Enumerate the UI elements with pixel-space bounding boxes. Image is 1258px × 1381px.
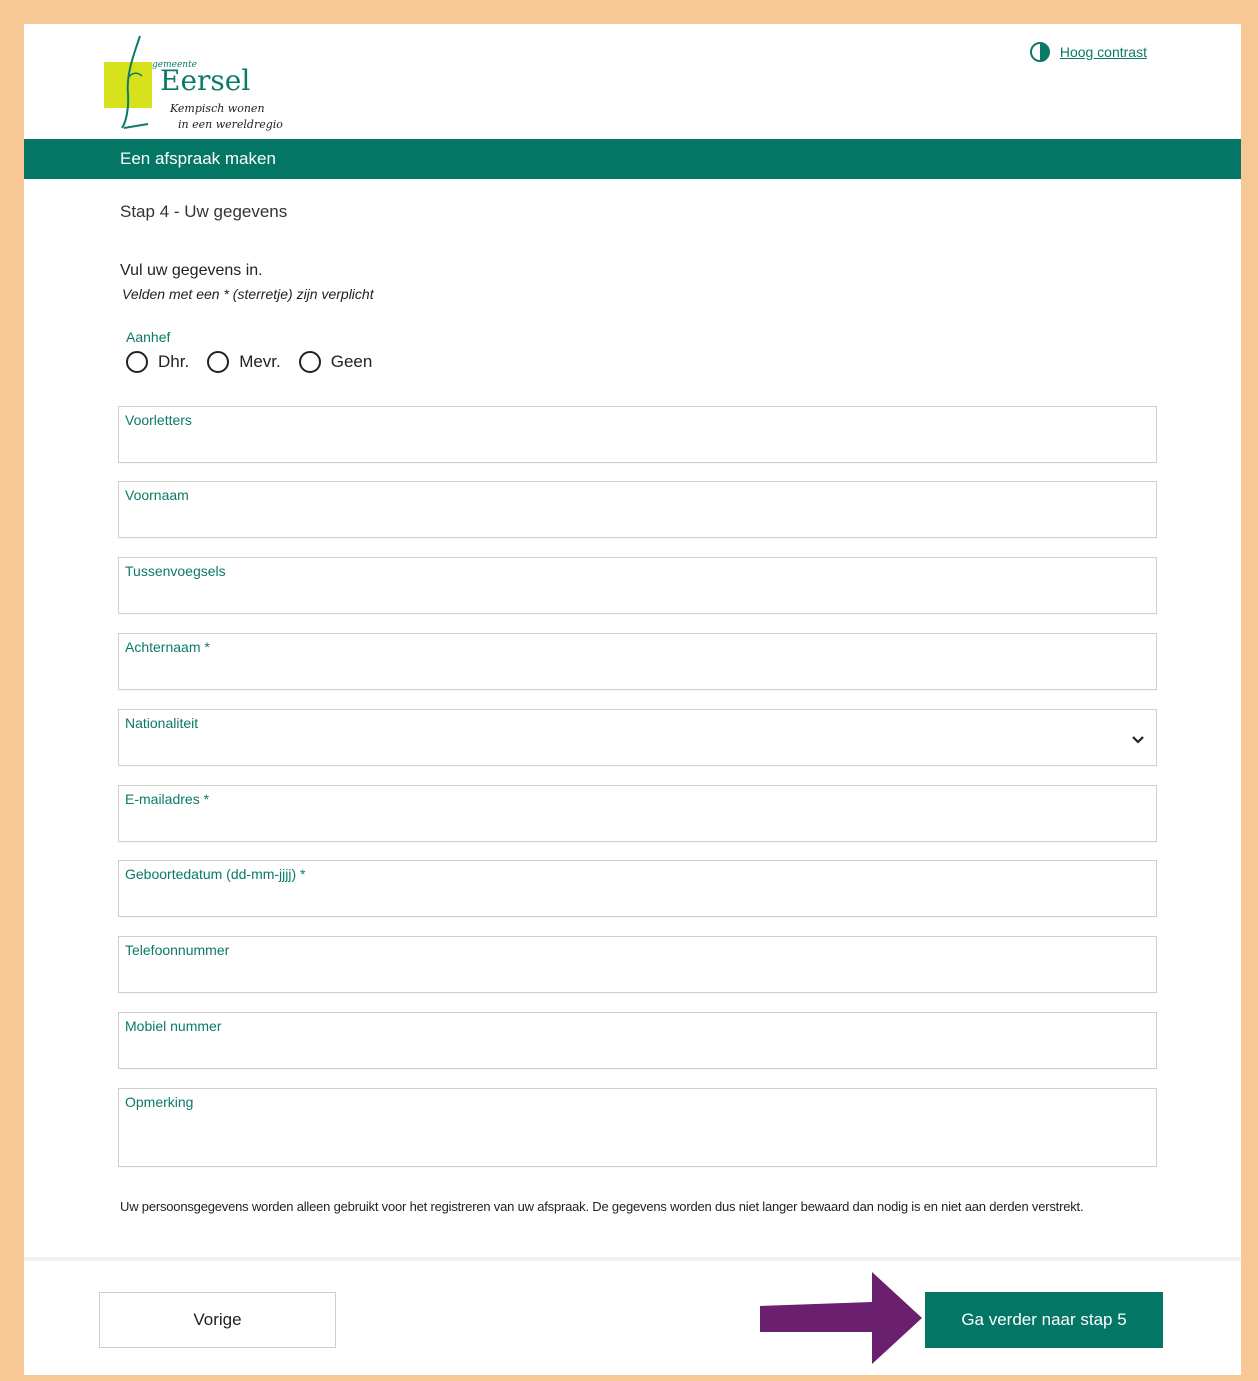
remark-input[interactable]	[125, 1138, 1126, 1160]
mobile-field[interactable]: Mobiel nummer	[118, 1012, 1157, 1069]
email-input[interactable]	[125, 813, 1126, 835]
high-contrast-toggle[interactable]: Hoog contrast	[1029, 42, 1147, 62]
phone-label: Telefoonnummer	[125, 942, 230, 958]
remark-field[interactable]: Opmerking	[118, 1088, 1157, 1167]
phone-field[interactable]: Telefoonnummer	[118, 936, 1157, 993]
birthdate-field[interactable]: Geboortedatum (dd-mm-jjjj) *	[118, 860, 1157, 917]
last-name-field[interactable]: Achternaam *	[118, 633, 1157, 690]
nationality-value[interactable]	[125, 737, 1126, 759]
annotation-arrow-icon	[760, 1272, 922, 1364]
first-name-label: Voornaam	[125, 487, 189, 503]
first-name-input[interactable]	[125, 509, 1126, 531]
chevron-down-icon[interactable]	[1132, 734, 1144, 746]
initials-field[interactable]: Voorletters	[118, 406, 1157, 463]
radio-label: Mevr.	[239, 352, 281, 371]
birthdate-input[interactable]	[125, 888, 1126, 910]
last-name-label: Achternaam *	[125, 639, 210, 655]
last-name-input[interactable]	[125, 661, 1126, 683]
infix-input[interactable]	[125, 585, 1126, 607]
logo-tagline-2: in een wereldregio	[178, 118, 283, 131]
salutation-label: Aanhef	[126, 329, 171, 345]
logo-tree-icon	[121, 35, 149, 129]
form-intro: Vul uw gegevens in.	[120, 262, 263, 279]
birthdate-label: Geboortedatum (dd-mm-jjjj) *	[125, 866, 306, 882]
first-name-field[interactable]: Voornaam	[118, 481, 1157, 538]
page-frame: gemeente Eersel Kempisch wonen in een we…	[24, 24, 1241, 1375]
logo-name: Eersel	[160, 64, 251, 97]
footer-divider	[24, 1257, 1241, 1261]
eersel-logo[interactable]: gemeente Eersel Kempisch wonen in een we…	[104, 34, 284, 134]
initials-label: Voorletters	[125, 412, 192, 428]
initials-input[interactable]	[125, 434, 1126, 456]
step-title: Stap 4 - Uw gegevens	[120, 202, 288, 221]
email-label: E-mailadres *	[125, 791, 210, 807]
mobile-input[interactable]	[125, 1040, 1126, 1062]
radio-circle-icon[interactable]	[207, 351, 230, 373]
page-banner: Een afspraak maken	[24, 139, 1241, 179]
salutation-group: Aanhef Dhr. Mevr. Geen	[126, 329, 372, 373]
privacy-notice: Uw persoonsgegevens worden alleen gebrui…	[120, 1199, 1084, 1214]
contrast-icon	[1029, 42, 1050, 62]
radio-dhr[interactable]: Dhr.	[126, 351, 189, 373]
radio-geen[interactable]: Geen	[298, 351, 373, 373]
radio-circle-icon[interactable]	[126, 351, 148, 373]
next-step-button[interactable]: Ga verder naar stap 5	[925, 1292, 1163, 1348]
email-field[interactable]: E-mailadres *	[118, 785, 1157, 842]
radio-circle-icon[interactable]	[298, 351, 321, 373]
phone-input[interactable]	[125, 964, 1126, 986]
radio-mevr[interactable]: Mevr.	[207, 351, 281, 373]
infix-label: Tussenvoegsels	[125, 563, 226, 579]
radio-label: Geen	[330, 352, 373, 371]
required-note: Velden met een * (sterretje) zijn verpli…	[122, 286, 374, 302]
nationality-select[interactable]: Nationaliteit	[118, 709, 1157, 766]
banner-title: Een afspraak maken	[120, 149, 276, 168]
logo-tagline-1: Kempisch wonen	[170, 102, 265, 115]
infix-field[interactable]: Tussenvoegsels	[118, 557, 1157, 614]
mobile-label: Mobiel nummer	[125, 1018, 222, 1034]
nationality-label: Nationaliteit	[125, 715, 199, 731]
remark-label: Opmerking	[125, 1094, 194, 1110]
radio-label: Dhr.	[158, 352, 190, 371]
high-contrast-link[interactable]: Hoog contrast	[1060, 44, 1147, 60]
previous-button[interactable]: Vorige	[99, 1292, 336, 1348]
